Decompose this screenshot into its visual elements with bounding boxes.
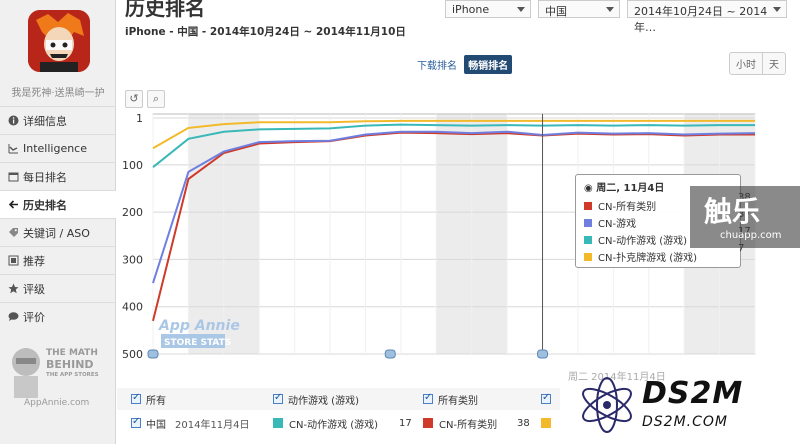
sidebar-item-details[interactable]: 详细信息 [0,106,116,134]
legend-country[interactable]: 中国 [131,416,166,431]
y-tick-label: 200 [122,206,143,219]
bookmark-icon [8,255,19,266]
sidebar-item-label: 推荐 [23,254,45,268]
y-tick-label: 400 [122,301,143,314]
legend-series-cell: CN-所有类别 [423,416,497,431]
promo-site: AppAnnie.com [24,398,90,408]
checkbox[interactable] [541,392,551,404]
sidebar-item-label: 详细信息 [23,114,67,128]
sidebar-item-daily-rank[interactable]: 每日排名 [0,162,116,190]
sidebar-item-label: 关键词 / ASO [23,226,90,240]
checkbox[interactable] [131,416,141,428]
sidebar-item-featured[interactable]: 推荐 [0,246,116,274]
zoom-icon: ⌕ [152,92,160,105]
chevron-down-icon [606,7,614,12]
sidebar-item-aso[interactable]: 关键词 / ASO [0,218,116,246]
y-tick-label: 300 [122,253,143,266]
chuapp-watermark: 触乐 chuapp.com [690,186,800,248]
reset-zoom-button[interactable]: ↺ [125,90,143,108]
app-name: 我是死神·送黑崎一护 [11,88,105,99]
sidebar-item-label: 评级 [23,282,45,296]
range-handle[interactable] [384,349,396,359]
sidebar-item-label: 历史排名 [23,198,67,212]
star-icon [8,283,19,294]
checkbox[interactable] [131,392,141,404]
ds2m-watermark: 周二 2014年11月4日 DS2M DS2M.COM [560,364,800,444]
sidebar-item-reviews[interactable]: 评价 [0,302,116,330]
chevron-down-icon [517,7,525,12]
free-rank-tab[interactable]: 下载排名 [413,55,461,74]
chevron-down-icon [773,7,781,12]
country-select[interactable]: 中国 [538,0,620,18]
tooltip-date: 周二, 11月4日 [596,183,665,194]
day-button[interactable]: 天 [762,53,785,74]
legend-series-value: 17 [399,417,412,429]
trend-icon [8,143,19,154]
series-swatch [584,218,592,227]
checkbox[interactable] [273,392,283,404]
promo-text: THE MATH BEHIND THE APP STORES [46,348,99,378]
app-annie-promo[interactable]: THE MATH BEHIND THE APP STORES AppAnnie.… [6,338,110,408]
sidebar-nav: 详细信息 Intelligence 每日排名 历史排名 关键词 / ASO 推荐… [0,106,116,330]
legend-filter-more[interactable] [541,392,556,404]
atom-logo-icon [582,377,632,433]
sidebar-item-intelligence[interactable]: Intelligence [0,134,116,162]
series-swatch [423,418,433,428]
series-swatch [584,201,592,210]
legend-series-cell [541,418,557,428]
tag-icon [8,227,19,238]
sidebar-item-label: Intelligence [23,142,88,155]
legend-series-cell: CN-动作游戏 (游戏) [273,416,378,431]
date-range-select[interactable]: 2014年10月24日 ~ 2014年… [627,0,787,34]
sidebar-item-history-rank[interactable]: 历史排名 [0,190,116,218]
sidebar-item-label: 每日排名 [23,170,67,184]
granularity-toggle: 小时 天 [729,52,786,75]
checkbox[interactable] [423,392,433,404]
y-axis: 1 100 200 300 400 500 [122,112,143,361]
sidebar-item-label: 评价 [23,310,45,324]
legend-series-value: 38 [517,417,530,429]
chart-subtitle: iPhone - 中国 - 2014年10月24日 ~ 2014年11月10日 [125,26,406,38]
series-swatch [273,418,283,428]
info-icon [8,115,19,126]
sidebar-item-ratings[interactable]: 评级 [0,274,116,302]
y-tick-label: 100 [122,159,143,172]
legend-filter-all[interactable]: 所有 [131,392,166,407]
zoom-button[interactable]: ⌕ [147,90,165,108]
rank-type-toggle: 下载排名 畅销排名 [413,55,513,74]
app-icon[interactable] [28,10,90,72]
hour-button[interactable]: 小时 [730,53,762,74]
range-handle[interactable] [147,349,159,359]
range-handle[interactable] [537,349,549,359]
tooltip-row: CN-扑克牌游戏 (游戏) [584,248,732,265]
chart-watermark-sub: STORE STATS [164,338,231,348]
arrow-left-icon [8,199,19,210]
page-title: 历史排名 [125,0,205,20]
comment-icon [8,311,19,322]
legend-date: 2014年11月4日 [175,419,250,431]
legend-filter-action[interactable]: 动作游戏 (游戏) [273,392,359,407]
undo-icon: ↺ [129,92,139,105]
globe-icon: ◉ [584,183,597,194]
series-swatch [584,235,592,244]
y-tick-label: 1 [136,112,143,125]
device-select[interactable]: iPhone [445,0,531,18]
y-tick-label: 500 [122,348,143,361]
calendar-icon [8,171,19,182]
legend-filter-all-categories[interactable]: 所有类别 [423,392,478,407]
chart-watermark: App Annie [158,318,240,334]
sidebar: 我是死神·送黑崎一护 详细信息 Intelligence 每日排名 历史排名 关… [0,0,116,444]
grossing-rank-tab[interactable]: 畅销排名 [464,55,513,74]
series-swatch [541,418,551,428]
series-swatch [584,252,592,261]
